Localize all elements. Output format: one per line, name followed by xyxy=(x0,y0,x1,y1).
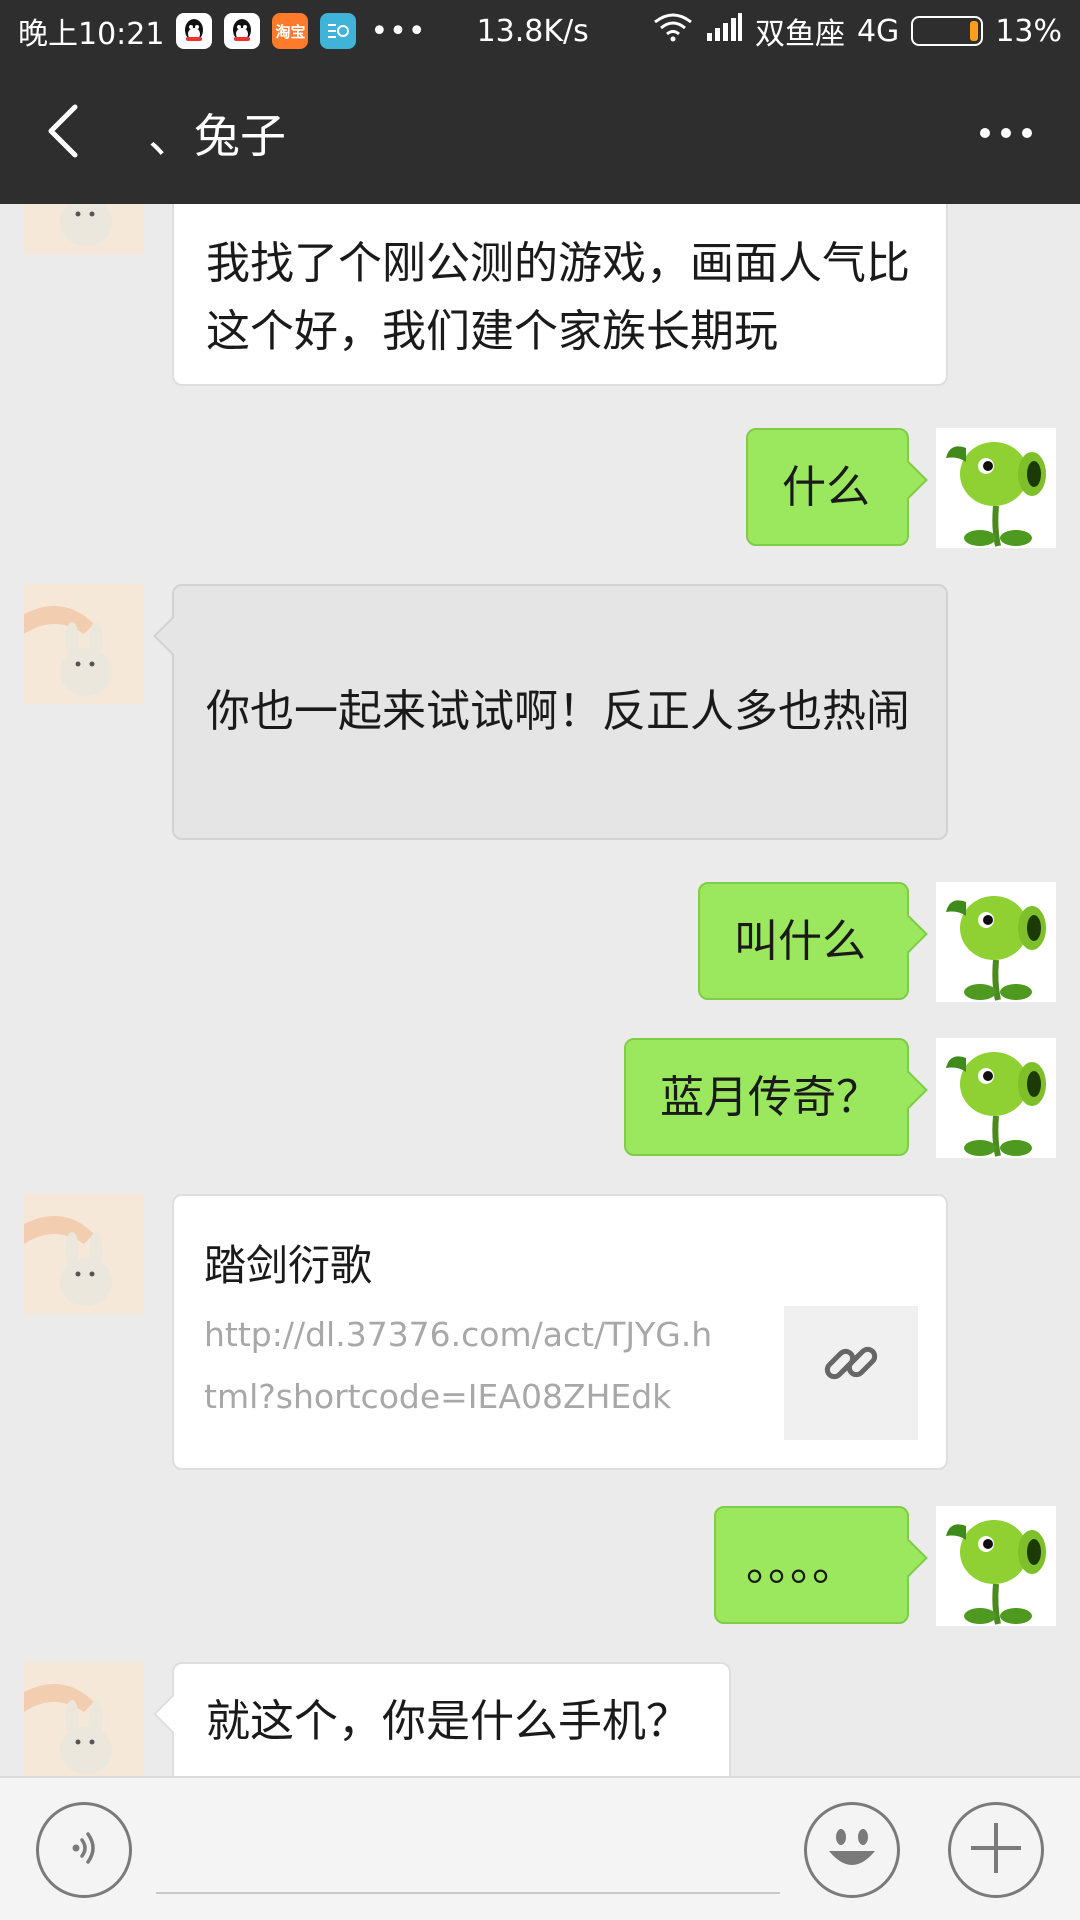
message-bubble-outgoing[interactable]: 什么 xyxy=(746,428,928,546)
nav-bar: 、兔子 xyxy=(0,62,1080,204)
message-text: 你也一起来试试啊！反正人多也热闹 xyxy=(206,686,910,737)
status-bar: 晚上10:21 淘宝 ••• 13.8K/s 双鱼座 4G 13% xyxy=(0,0,1080,62)
emoji-button[interactable] xyxy=(804,1802,900,1898)
chat-title: 、兔子 xyxy=(148,109,286,163)
net-speed: 13.8K/s xyxy=(476,13,589,49)
link-url: http://dl.37376.com/act/TJYG.html?shortc… xyxy=(204,1315,713,1416)
qq-icon xyxy=(224,13,261,49)
message-input[interactable] xyxy=(156,1804,780,1894)
message-bubble-outgoing[interactable]: 蓝月传奇？ xyxy=(624,1038,928,1156)
contact-avatar[interactable] xyxy=(24,1194,144,1314)
message-text: 什么 xyxy=(782,462,870,513)
message-bubble-outgoing[interactable]: 。。。。 xyxy=(714,1506,928,1624)
message-text: 我找了个刚公测的游戏，画面人气比这个好，我们建个家族长期玩 xyxy=(206,238,910,357)
carrier-name: 双鱼座 xyxy=(754,17,845,52)
more-dots-icon xyxy=(979,124,1033,143)
message-text: 就这个，你是什么手机？ xyxy=(206,1696,690,1747)
link-title: 踏剑衍歌 xyxy=(204,1241,373,1290)
more-notifications: ••• xyxy=(370,13,427,49)
signal-icon xyxy=(705,13,743,49)
input-bar xyxy=(0,1776,1080,1920)
more-functions-button[interactable] xyxy=(948,1802,1044,1898)
my-avatar[interactable] xyxy=(936,1038,1056,1158)
message-text: 。。。。 xyxy=(746,1540,856,1591)
contact-avatar[interactable] xyxy=(24,584,144,704)
contact-avatar[interactable] xyxy=(24,1662,144,1776)
taobao-label: 淘宝 xyxy=(275,22,306,41)
message-bubble-incoming[interactable]: 就这个，你是什么手机？ xyxy=(153,1662,731,1776)
battery-level xyxy=(970,21,979,41)
contact-avatar[interactable] xyxy=(24,204,144,254)
my-avatar[interactable] xyxy=(936,1506,1056,1626)
my-avatar[interactable] xyxy=(936,428,1056,548)
chat-area[interactable]: 我找了个刚公测的游戏，画面人气比这个好，我们建个家族长期玩 什么 你也一起来试试… xyxy=(0,204,1080,1776)
qq-icon xyxy=(176,13,213,49)
emoji-icon xyxy=(817,1813,887,1887)
status-time: 晚上10:21 xyxy=(18,17,165,52)
taobao-icon: 淘宝 xyxy=(272,13,309,49)
chevron-left-icon xyxy=(45,103,79,163)
link-icon xyxy=(819,1331,883,1415)
network-type: 4G xyxy=(856,13,900,49)
link-card[interactable]: 踏剑衍歌 http://dl.37376.com/act/TJYG.html?s… xyxy=(172,1194,948,1470)
message-text: 蓝月传奇？ xyxy=(660,1072,880,1123)
back-button[interactable] xyxy=(22,83,102,183)
my-avatar[interactable] xyxy=(936,882,1056,1002)
battery-percent: 13% xyxy=(995,13,1062,49)
wifi-icon xyxy=(653,12,693,50)
voice-icon xyxy=(62,1826,106,1874)
chat-info-button[interactable] xyxy=(976,103,1036,163)
battery-icon xyxy=(911,16,984,46)
message-bubble-outgoing[interactable]: 叫什么 xyxy=(698,882,928,1000)
message-bubble-incoming[interactable]: 你也一起来试试啊！反正人多也热闹 xyxy=(153,584,948,840)
message-bubble-incoming[interactable]: 我找了个刚公测的游戏，画面人气比这个好，我们建个家族长期玩 xyxy=(172,204,948,386)
plus-icon xyxy=(967,1819,1025,1881)
link-thumbnail xyxy=(784,1306,918,1440)
voice-button[interactable] xyxy=(36,1802,132,1898)
file-manager-icon xyxy=(320,13,357,49)
message-text: 叫什么 xyxy=(734,916,866,967)
